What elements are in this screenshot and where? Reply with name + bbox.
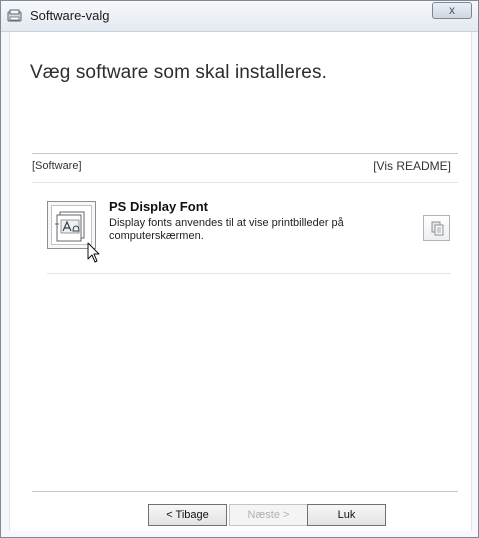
- list-item-divider: [47, 273, 451, 274]
- mouse-pointer-icon: [87, 242, 100, 263]
- footer-divider: [32, 491, 458, 492]
- software-item-name: PS Display Font: [109, 199, 208, 214]
- next-button[interactable]: Næste >: [229, 504, 308, 526]
- software-item-description: Display fonts anvendes til at vise print…: [109, 217, 344, 242]
- dialog-body: [9, 32, 472, 531]
- window-title: Software-valg: [30, 8, 110, 23]
- title-bar[interactable]: Software-valg x: [1, 1, 478, 32]
- software-column-header: [Software]: [32, 160, 82, 172]
- page-heading: Væg software som skal installeres.: [30, 62, 327, 83]
- list-header-divider: [32, 182, 458, 183]
- list-top-divider: [32, 153, 458, 154]
- ps-display-font-icon: [55, 211, 85, 242]
- view-readme-column-header: [Vis README]: [373, 159, 451, 173]
- view-readme-button[interactable]: [423, 215, 450, 241]
- copy-icon: [431, 221, 444, 236]
- close-icon: x: [449, 3, 455, 17]
- software-select-dialog: Software-valg x Væg software som skal in…: [0, 0, 479, 538]
- back-button[interactable]: < Tibage: [148, 504, 227, 526]
- close-button[interactable]: Luk: [307, 504, 386, 526]
- installer-icon: [7, 9, 22, 22]
- close-window-button[interactable]: x: [432, 2, 472, 19]
